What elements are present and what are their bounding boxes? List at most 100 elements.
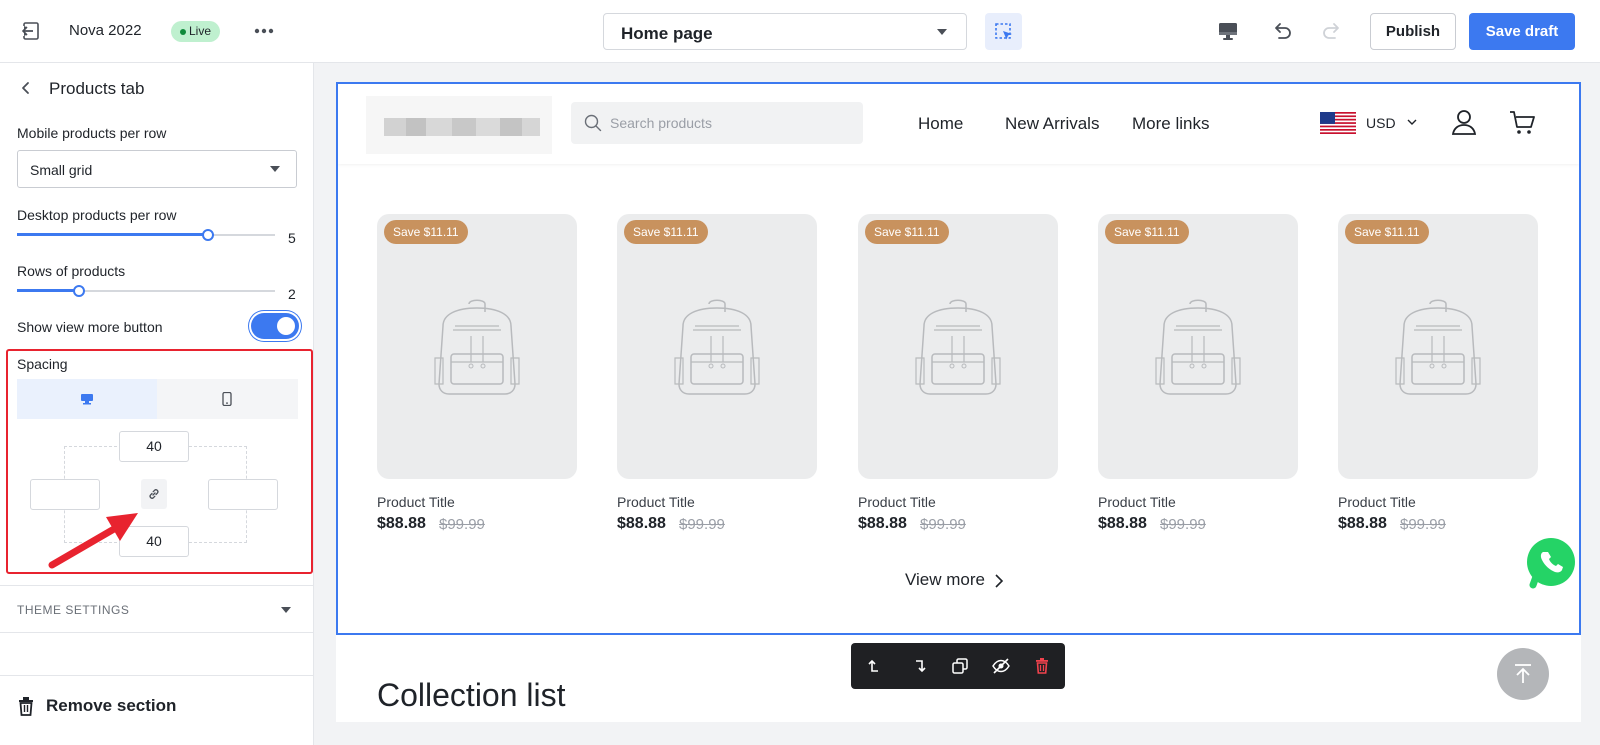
sale-badge: Save $11.11 xyxy=(384,220,468,244)
product-compare-price: $99.99 xyxy=(1400,516,1446,533)
nav-link-home[interactable]: Home xyxy=(918,114,963,134)
annotation-arrow-icon xyxy=(48,513,138,569)
backpack-icon xyxy=(1150,296,1246,403)
spacing-right-input[interactable] xyxy=(208,479,278,510)
desktop-per-row-value: 5 xyxy=(288,230,296,246)
sale-badge: Save $11.11 xyxy=(1105,220,1189,244)
product-search-input[interactable]: Search products xyxy=(571,102,863,144)
hide-icon[interactable] xyxy=(991,656,1011,676)
chevron-down-icon xyxy=(1407,119,1417,125)
product-image[interactable] xyxy=(617,214,817,479)
view-more-link[interactable]: View more xyxy=(905,570,985,590)
redo-icon[interactable] xyxy=(1320,19,1344,43)
product-compare-price: $99.99 xyxy=(920,516,966,533)
exit-editor-icon[interactable] xyxy=(20,20,42,42)
product-title[interactable]: Product Title xyxy=(617,494,695,510)
toggle-knob xyxy=(277,317,295,335)
arrow-up-icon xyxy=(1515,664,1531,683)
back-arrow-icon[interactable] xyxy=(18,80,34,96)
rows-slider[interactable] xyxy=(17,283,275,299)
account-icon[interactable] xyxy=(1450,108,1478,136)
chevron-down-icon xyxy=(937,29,947,35)
desktop-view-icon[interactable] xyxy=(1216,20,1240,42)
backpack-icon xyxy=(669,296,765,403)
collection-list-heading: Collection list xyxy=(377,677,566,713)
product-title[interactable]: Product Title xyxy=(1338,494,1416,510)
save-draft-button[interactable]: Save draft xyxy=(1469,13,1575,50)
search-icon xyxy=(584,114,602,132)
product-compare-price: $99.99 xyxy=(439,516,485,533)
search-placeholder: Search products xyxy=(610,115,712,131)
trash-icon xyxy=(19,697,33,716)
slider-fill xyxy=(17,289,79,292)
device-tabs xyxy=(17,379,298,419)
backpack-icon xyxy=(910,296,1006,403)
slider-thumb[interactable] xyxy=(72,285,85,297)
whatsapp-icon[interactable] xyxy=(1525,537,1577,589)
panel-title: Products tab xyxy=(49,79,145,98)
link-icon xyxy=(149,489,159,499)
product-compare-price: $99.99 xyxy=(1160,516,1206,533)
desktop-per-row-label: Desktop products per row xyxy=(17,207,177,223)
delete-icon[interactable] xyxy=(1032,656,1052,676)
product-price: $88.88 xyxy=(377,515,426,532)
mobile-per-row-label: Mobile products per row xyxy=(17,125,167,141)
product-image[interactable] xyxy=(1098,214,1298,479)
top-bar: Nova 2022 Live Home page Publish Save dr… xyxy=(0,0,1600,63)
slider-thumb[interactable] xyxy=(201,229,214,241)
page-select-value: Home page xyxy=(621,24,713,43)
product-image[interactable] xyxy=(858,214,1058,479)
product-price: $88.88 xyxy=(1338,515,1387,532)
more-options-icon[interactable] xyxy=(252,20,276,42)
product-title[interactable]: Product Title xyxy=(377,494,455,510)
publish-button[interactable]: Publish xyxy=(1370,13,1456,50)
sale-badge: Save $11.11 xyxy=(624,220,708,244)
remove-section-label: Remove section xyxy=(46,696,177,715)
spacing-group: Spacing 40 40 xyxy=(6,349,313,574)
element-select-icon[interactable] xyxy=(985,13,1022,50)
desktop-icon xyxy=(81,394,93,405)
product-price: $88.88 xyxy=(1098,515,1147,532)
product-title[interactable]: Product Title xyxy=(1098,494,1176,510)
nav-link-new-arrivals[interactable]: New Arrivals xyxy=(1005,114,1099,134)
undo-icon[interactable] xyxy=(1270,19,1294,43)
product-image[interactable] xyxy=(1338,214,1538,479)
currency-selector[interactable]: USD xyxy=(1366,115,1396,131)
rows-value: 2 xyxy=(288,286,296,302)
store-name: Nova 2022 xyxy=(69,22,142,39)
move-down-icon[interactable] xyxy=(908,656,928,676)
show-view-more-toggle[interactable] xyxy=(251,313,299,339)
page-select[interactable]: Home page xyxy=(603,13,967,50)
mobile-icon xyxy=(222,392,232,406)
product-price: $88.88 xyxy=(617,515,666,532)
product-title[interactable]: Product Title xyxy=(858,494,936,510)
live-status-badge: Live xyxy=(171,21,221,42)
move-up-icon[interactable] xyxy=(866,656,886,676)
settings-sidebar: Products tab Mobile products per row Sma… xyxy=(0,63,314,745)
tab-desktop[interactable] xyxy=(17,379,157,419)
sale-badge: Save $11.11 xyxy=(865,220,949,244)
show-view-more-label: Show view more button xyxy=(17,319,163,335)
spacing-top-input[interactable]: 40 xyxy=(119,431,189,462)
spacing-label: Spacing xyxy=(17,356,68,372)
us-flag-icon[interactable] xyxy=(1320,112,1356,134)
theme-settings-label: THEME SETTINGS xyxy=(17,603,130,617)
store-header: Search products Home New Arrivals More l… xyxy=(338,84,1579,164)
mobile-per-row-select[interactable]: Small grid xyxy=(17,150,297,188)
nav-link-more-links[interactable]: More links xyxy=(1132,114,1209,134)
slider-fill xyxy=(17,233,208,236)
remove-section-button[interactable]: Remove section xyxy=(0,675,313,745)
section-toolbar xyxy=(851,643,1065,689)
cart-icon[interactable] xyxy=(1508,108,1536,136)
theme-settings-toggle[interactable]: THEME SETTINGS xyxy=(0,585,313,633)
tab-mobile[interactable] xyxy=(157,379,297,419)
product-image[interactable] xyxy=(377,214,577,479)
store-logo xyxy=(366,96,552,154)
product-price: $88.88 xyxy=(858,515,907,532)
sale-badge: Save $11.11 xyxy=(1345,220,1429,244)
desktop-per-row-slider[interactable] xyxy=(17,227,275,243)
duplicate-icon[interactable] xyxy=(950,656,970,676)
product-compare-price: $99.99 xyxy=(679,516,725,533)
rows-label: Rows of products xyxy=(17,263,126,279)
scroll-to-top-button[interactable] xyxy=(1497,648,1549,700)
